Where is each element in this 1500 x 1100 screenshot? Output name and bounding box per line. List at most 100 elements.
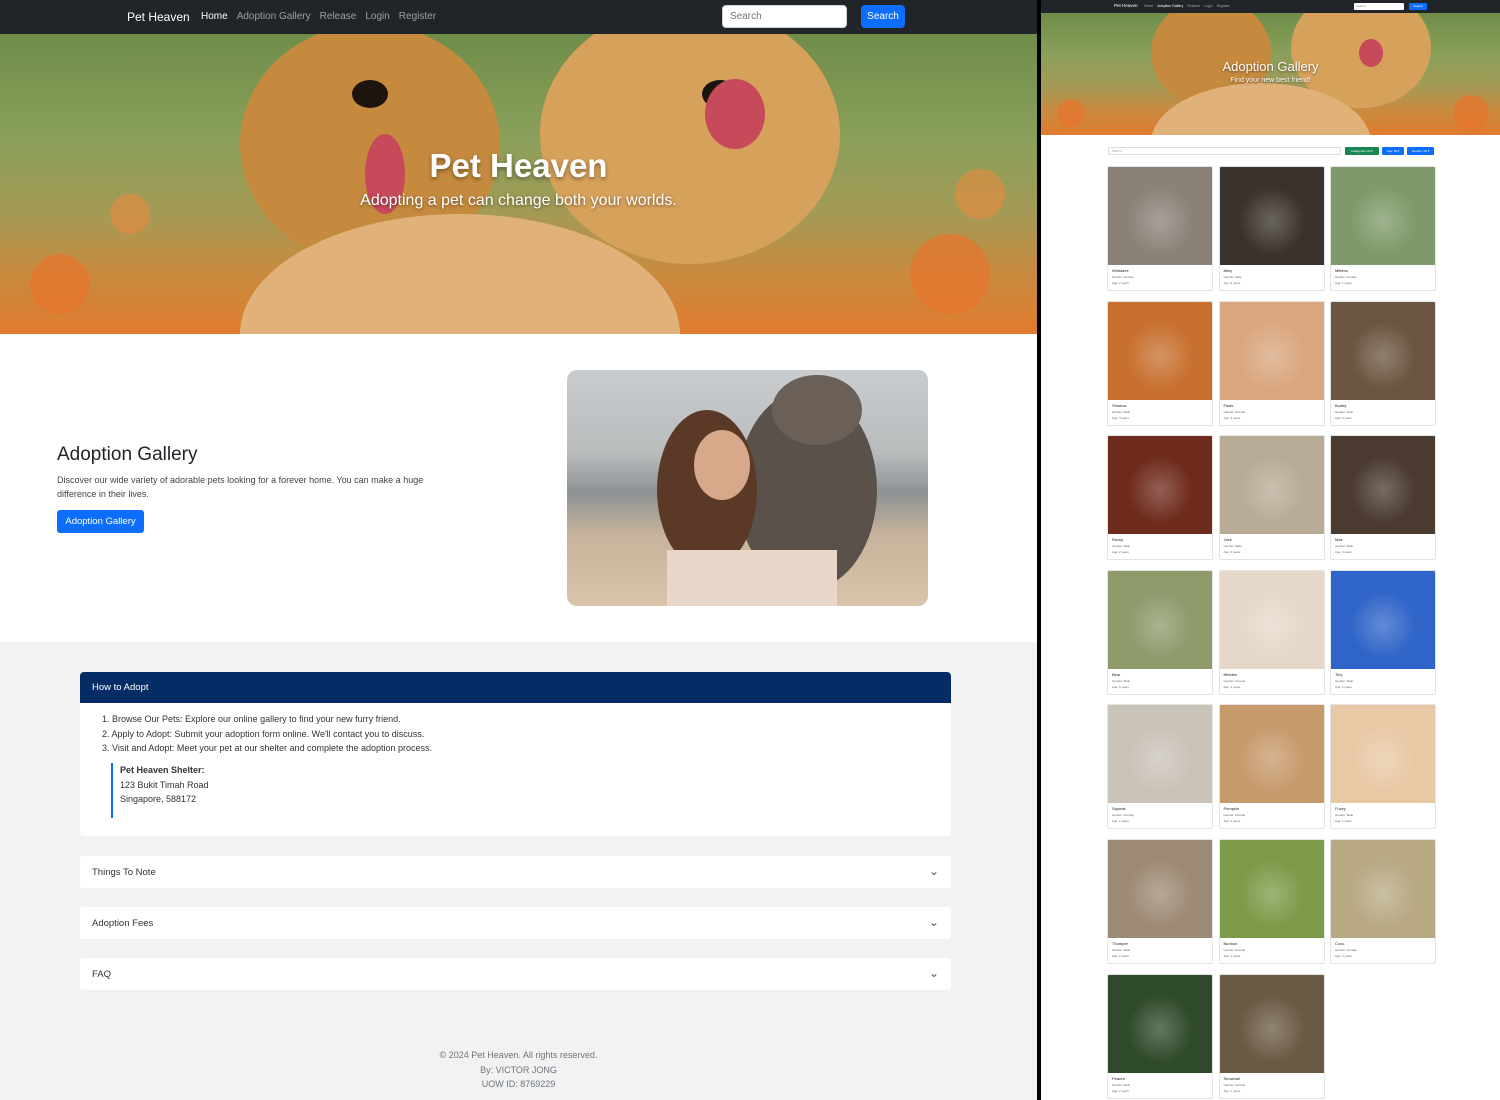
about-title: Adoption Gallery: [57, 444, 198, 465]
pet-age: Age: 4 years: [1335, 954, 1352, 958]
pet-gender: Gender: Female: [1223, 409, 1246, 414]
pet-gender: Gender: Female: [1112, 275, 1134, 279]
pet-card[interactable]: Snowball Gender: Female Age: 1 years: [1218, 973, 1325, 1099]
pet-gender: Gender: Male: [1112, 948, 1131, 952]
pet-card[interactable]: Coco Gender: Female Age: 4 years: [1330, 839, 1436, 964]
pet-age: Age: 1 years: [1223, 684, 1241, 689]
pet-card[interactable]: Tiny Gender: Male Age: 1 years: [1330, 569, 1436, 695]
pet-gender: Gender: Female: [1223, 1082, 1246, 1087]
pet-card[interactable]: Whiskers Gender: Female Age: 2 years: [1107, 166, 1213, 291]
search-input[interactable]: Search: [1354, 3, 1404, 10]
pet-card[interactable]: Squeak Gender: Female Age: 1 years: [1107, 704, 1213, 830]
pet-age: Age: 1 years: [1112, 819, 1129, 824]
nav-login[interactable]: Login: [1204, 4, 1213, 8]
home-page: Pet Heaven Home Adoption Gallery Release…: [0, 0, 1037, 1100]
nav-release[interactable]: Release: [1187, 4, 1200, 8]
age-filter-dropdown[interactable]: Age: All ▾: [1382, 147, 1404, 155]
pet-gender: Gender: Male: [1112, 409, 1131, 414]
pet-card[interactable]: Nibbles Gender: Female Age: 1 years: [1218, 569, 1325, 695]
nav-login[interactable]: Login: [365, 11, 389, 22]
pet-photo: [1219, 167, 1324, 265]
adoption-gallery-button[interactable]: Adoption Gallery: [57, 510, 144, 533]
pet-name: Squeak: [1112, 806, 1126, 812]
pet-photo: [1108, 436, 1212, 535]
pet-age: Age: 1 years: [1223, 1088, 1241, 1093]
pet-name: Fuzzy: [1335, 806, 1346, 812]
nav-adoption-gallery[interactable]: Adoption Gallery: [1157, 4, 1183, 8]
shelter-address-line2: Singapore, 588172: [120, 794, 197, 804]
pet-age: Age: 2 years: [1112, 550, 1129, 555]
pet-card[interactable]: Jack Gender: Male Age: 3 years: [1218, 435, 1325, 561]
pet-card[interactable]: Buddy Gender: Male Age: 5 years: [1330, 300, 1436, 426]
shelter-name: Pet Heaven Shelter:: [120, 765, 205, 775]
pet-gender: Gender: Female: [1223, 678, 1246, 683]
categories-filter-dropdown[interactable]: Categories: All ▾: [1345, 147, 1379, 155]
pet-name: Thumper: [1112, 941, 1129, 946]
pet-photo: [1108, 301, 1212, 400]
pet-name: Bunbun: [1223, 941, 1238, 946]
nav-register[interactable]: Register: [399, 11, 436, 22]
pet-photo: [1331, 436, 1435, 535]
pet-age: Age: 2 years: [1112, 1088, 1129, 1093]
pet-name: Paws: [1223, 402, 1234, 408]
pet-card[interactable]: Thumper Gender: Male Age: 2 years: [1107, 839, 1213, 964]
accordion-faq[interactable]: FAQ ⌄: [80, 958, 951, 990]
pet-age: Age: 1 years: [1335, 684, 1352, 689]
footer-author: By: VICTOR JONG: [480, 1064, 557, 1075]
pet-card[interactable]: Rocky Gender: Male Age: 2 years: [1107, 435, 1213, 561]
pet-card[interactable]: Bear Gender: Male Age: 6 years: [1107, 569, 1213, 695]
accordion-label: FAQ: [92, 969, 112, 980]
pet-card[interactable]: Paws Gender: Female Age: 3 years: [1218, 300, 1325, 426]
pet-card[interactable]: Bunbun Gender: Female Age: 1 years: [1218, 839, 1325, 964]
pet-card[interactable]: Peanut Gender: Male Age: 2 years: [1107, 973, 1213, 1099]
footer-copyright: © 2024 Pet Heaven. All rights reserved.: [439, 1050, 598, 1060]
step-item: 1. Browse Our Pets: Explore our online g…: [102, 714, 401, 724]
pet-card[interactable]: Max Gender: Male Age: 4 years: [1330, 435, 1436, 561]
nav-adoption-gallery[interactable]: Adoption Gallery: [237, 11, 311, 22]
pet-gender: Gender: Male: [1335, 544, 1354, 549]
pet-card[interactable]: Mittens Gender: Female Age: 1 years: [1330, 166, 1436, 291]
pet-age: Age: 1 years: [1223, 954, 1241, 958]
accordion-things-to-note[interactable]: Things To Note ⌄: [80, 856, 951, 888]
pet-photo: [1219, 705, 1324, 804]
pet-age: Age: 3 years: [1223, 550, 1241, 555]
gallery-search-input[interactable]: Search...: [1108, 147, 1341, 155]
pet-age: Age: 1 years: [1335, 281, 1352, 285]
pet-name: Max: [1335, 537, 1343, 543]
brand-logo[interactable]: Pet Heaven: [1114, 3, 1138, 8]
pet-age: Age: 4 years: [1112, 415, 1129, 420]
pet-gender: Gender: Female: [1223, 948, 1246, 952]
nav-home[interactable]: Home: [1144, 4, 1153, 8]
pet-age: Age: 3 years: [1223, 415, 1241, 420]
nav-home[interactable]: Home: [201, 11, 228, 22]
pet-photo: [1219, 436, 1324, 535]
how-to-adopt-section: How to Adopt 1. Browse Our Pets: Explore…: [0, 642, 1037, 1038]
pet-age: Age: 2 years: [1112, 954, 1129, 958]
brand-logo[interactable]: Pet Heaven: [127, 10, 190, 24]
search-button[interactable]: Search: [1409, 3, 1427, 10]
hero-puppies-image: [1057, 13, 1489, 135]
chevron-down-icon: ⌄: [928, 864, 939, 878]
shelter-address-line1: 123 Bukit Timah Road: [120, 779, 209, 790]
search-button[interactable]: Search: [861, 5, 905, 28]
pet-gender: Gender: Male: [1335, 409, 1354, 414]
hero-subtitle: Adopting a pet can change both your worl…: [360, 192, 677, 209]
nav-release[interactable]: Release: [320, 11, 357, 22]
pet-photo: [1331, 167, 1435, 265]
pet-photo: [1219, 974, 1324, 1073]
pet-card[interactable]: Alley Gender: Male Age: 3 years: [1218, 166, 1325, 291]
pet-card[interactable]: Fuzzy Gender: Male Age: 1 years: [1330, 704, 1436, 830]
pet-card[interactable]: Pumpkin Gender: Female Age: 1 years: [1218, 704, 1325, 830]
gender-filter-dropdown[interactable]: Gender: All ▾: [1407, 147, 1434, 155]
pet-gender: Gender: Female: [1112, 813, 1134, 818]
pet-photo: [1331, 570, 1435, 669]
pet-photo: [1108, 705, 1212, 804]
pet-name: Snowball: [1223, 1075, 1240, 1081]
search-input[interactable]: [722, 5, 847, 28]
pet-gender: Gender: Male: [1335, 813, 1354, 818]
how-to-adopt-card: How to Adopt 1. Browse Our Pets: Explore…: [80, 672, 951, 836]
nav-register[interactable]: Register: [1217, 4, 1230, 8]
pet-card[interactable]: Shadow Gender: Male Age: 4 years: [1107, 300, 1213, 426]
accordion-adoption-fees[interactable]: Adoption Fees ⌄: [80, 907, 951, 939]
pet-name: Buddy: [1335, 402, 1347, 408]
